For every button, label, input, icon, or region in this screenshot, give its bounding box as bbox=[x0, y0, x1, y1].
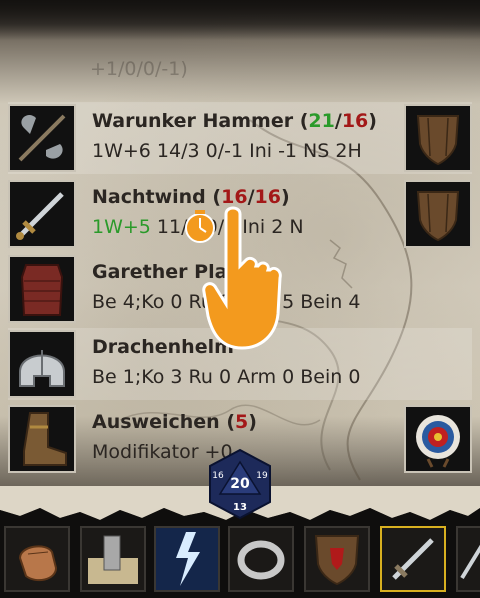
dice-face-left: 16 bbox=[212, 471, 224, 481]
d20-dice-button[interactable]: 20 13 16 19 bbox=[204, 448, 276, 520]
top-shadow bbox=[0, 0, 480, 40]
dice-face-right: 19 bbox=[256, 471, 268, 481]
skill-name: Ausweichen bbox=[92, 411, 220, 433]
partial-item-icon bbox=[460, 544, 480, 580]
tap-gesture-hand-icon bbox=[185, 206, 282, 350]
damage-value: 1W+5 bbox=[92, 216, 151, 238]
parry-value: 16 bbox=[341, 110, 369, 132]
helmet-icon[interactable] bbox=[8, 330, 76, 398]
equipment-row-warunker-hammer[interactable]: Warunker Hammer (21/16) 1W+6 14/3 0/-1 I… bbox=[8, 102, 472, 174]
skill-value: 5 bbox=[235, 411, 249, 433]
toolbar-slot-lightning[interactable] bbox=[154, 526, 220, 592]
dice-face-bottom: 13 bbox=[233, 502, 247, 513]
previous-row-fragment: +1/0/0/-1) bbox=[90, 58, 188, 80]
toolbar-slot-sword-selected[interactable] bbox=[380, 526, 446, 592]
item-stats: Be 1;Ko 3 Ru 0 Arm 0 Bein 0 bbox=[92, 366, 361, 388]
lightning-icon bbox=[156, 528, 218, 590]
toolbar-slot-fist[interactable] bbox=[4, 526, 70, 592]
sword-icon[interactable] bbox=[8, 180, 76, 248]
tower-map-icon bbox=[88, 535, 138, 584]
fist-icon bbox=[18, 545, 58, 582]
ring-icon bbox=[237, 540, 285, 580]
dice-face-top: 20 bbox=[230, 476, 250, 492]
chainmail-icon[interactable] bbox=[8, 255, 76, 323]
item-stats: 1W+6 14/3 0/-1 Ini -1 NS 2H bbox=[92, 140, 362, 162]
toolbar-slot-partial[interactable] bbox=[456, 526, 480, 592]
wooden-shield-icon[interactable] bbox=[404, 104, 472, 172]
target-icon[interactable] bbox=[404, 405, 472, 473]
item-name: Warunker Hammer bbox=[92, 110, 294, 132]
bottom-toolbar bbox=[0, 520, 480, 598]
sword-icon bbox=[392, 538, 434, 580]
toolbar-slot-ring[interactable] bbox=[228, 526, 294, 592]
battleaxe-icon[interactable] bbox=[8, 104, 76, 172]
red-shield-icon bbox=[314, 535, 360, 586]
wooden-shield-icon[interactable] bbox=[404, 180, 472, 248]
toolbar-slot-red-shield[interactable] bbox=[304, 526, 370, 592]
attack-value: 21 bbox=[308, 110, 335, 132]
boot-icon[interactable] bbox=[8, 405, 76, 473]
toolbar-slot-tower-map[interactable] bbox=[80, 526, 146, 592]
